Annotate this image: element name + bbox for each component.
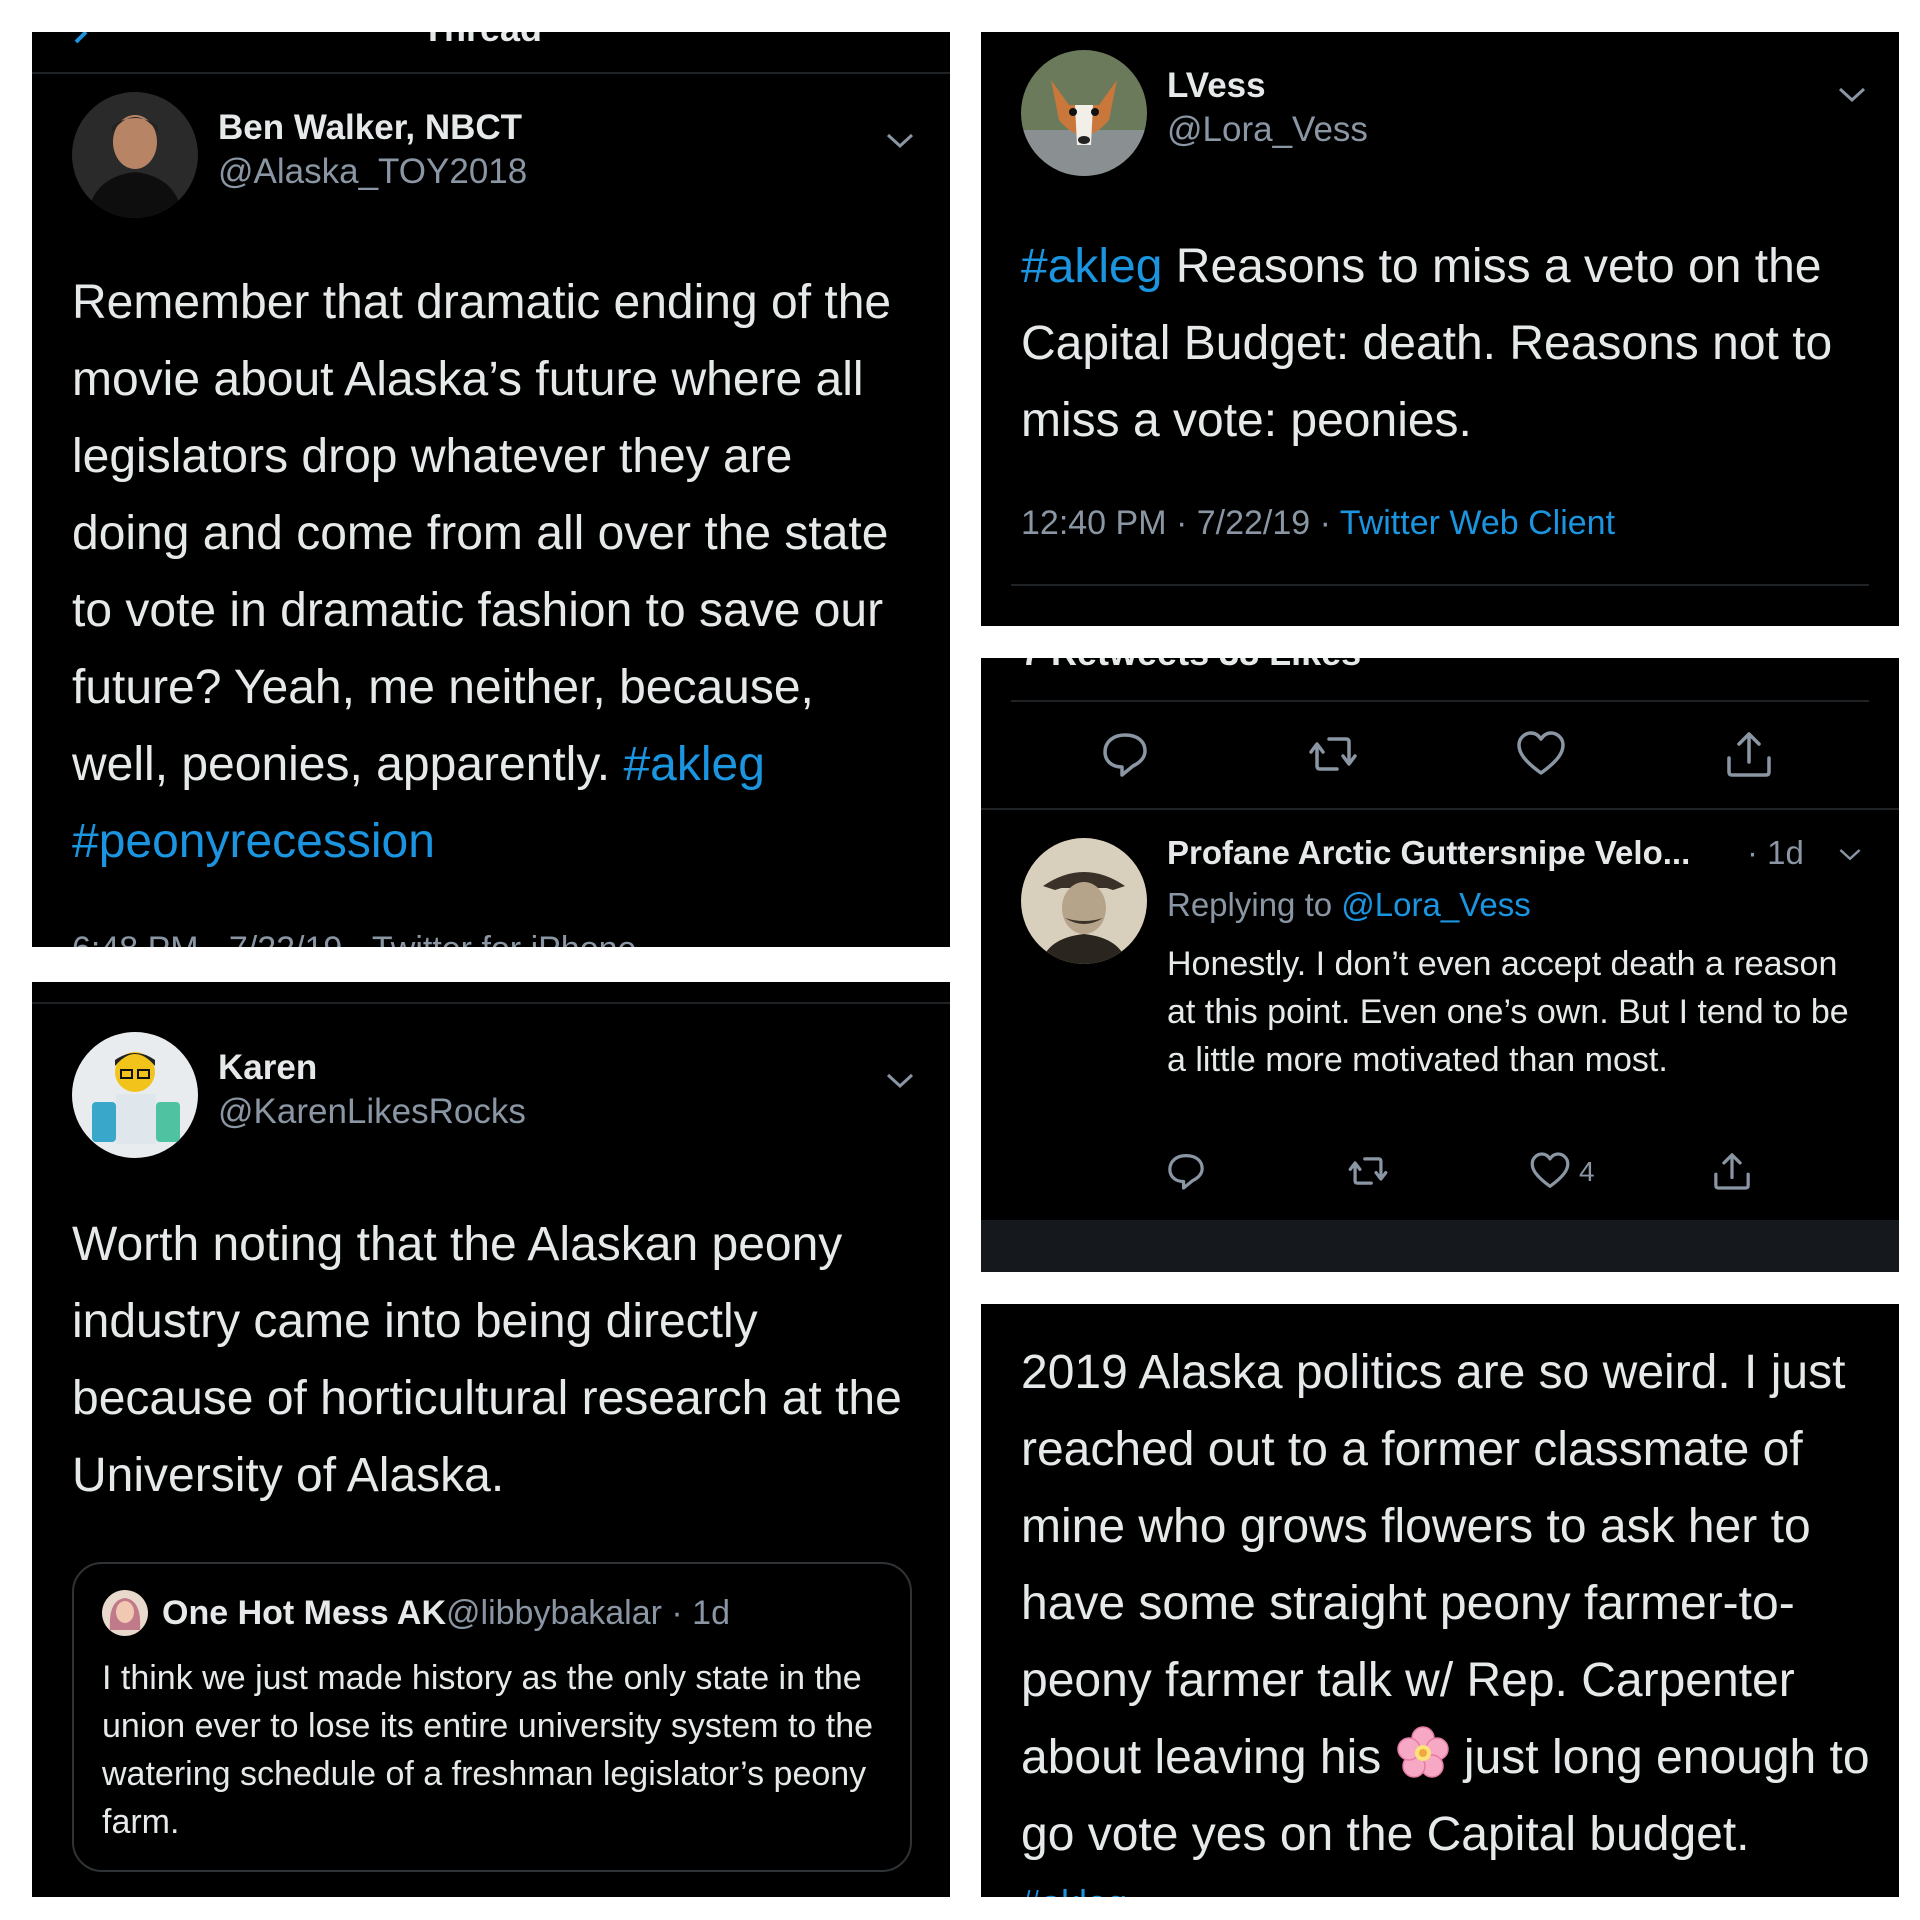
tweet-timestamp: 12:40 PM · 7/22/19 · (1021, 504, 1340, 542)
author-handle[interactable]: @Lora_Vess (1167, 110, 1368, 150)
chevron-down-icon[interactable] (885, 1070, 915, 1090)
tweet-body: Remember that dramatic ending of the mov… (72, 276, 892, 791)
chevron-down-icon[interactable] (1837, 846, 1863, 862)
tweet-text: Worth noting that the Alaskan peony indu… (72, 1218, 902, 1502)
quote-text: I think we just made history as the only… (102, 1659, 874, 1841)
reply-timestamp: · 1d (1747, 834, 1804, 871)
share-icon[interactable] (1711, 1150, 1753, 1192)
quoted-tweet[interactable]: One Hot Mess AK @libbybakalar · 1d I thi… (72, 1562, 912, 1872)
hashtag-link[interactable]: #akleg (1021, 240, 1162, 293)
tweet-text: Remember that dramatic ending of the mov… (72, 264, 912, 880)
reply-text: Honestly. I don’t even accept death a re… (1167, 945, 1849, 1079)
top-divider (32, 1002, 950, 1004)
hashtag-link[interactable]: #peonyrecession (72, 815, 435, 868)
quote-author-name[interactable]: One Hot Mess AK (162, 1594, 446, 1633)
retweet-icon[interactable] (1347, 1150, 1389, 1192)
tweet-text: 2019 Alaska politics are so weird. I jus… (1021, 1334, 1871, 1873)
tweet-text: #akleg Reasons to miss a veto on the Cap… (1021, 228, 1871, 459)
bottom-bar (981, 1220, 1899, 1272)
replying-to: Replying to @Lora_Vess (1167, 886, 1531, 924)
share-icon[interactable] (1723, 728, 1775, 780)
reply-icon[interactable] (1165, 1150, 1207, 1192)
thread-header-partial: Thread (422, 32, 542, 50)
replying-to-prefix: Replying to (1167, 886, 1342, 923)
tweet-panel-politics: 2019 Alaska politics are so weird. I jus… (981, 1304, 1899, 1897)
like-icon[interactable] (1515, 728, 1567, 780)
tweet-stats-partial: 7 Retweets 38 Likes (1021, 658, 1361, 674)
avatar[interactable] (1021, 50, 1147, 176)
author-handle[interactable]: @KarenLikesRocks (218, 1092, 526, 1132)
chevron-down-icon[interactable] (885, 130, 915, 150)
author-name[interactable]: LVess (1167, 66, 1266, 106)
tweet-panel-lvess: LVess @Lora_Vess #akleg Reasons to miss … (981, 32, 1899, 626)
back-icon[interactable] (72, 32, 92, 44)
tweet-panel-karen: Karen @KarenLikesRocks Worth noting that… (32, 982, 950, 1897)
quote-avatar[interactable] (102, 1590, 148, 1636)
avatar[interactable] (72, 1032, 198, 1158)
meta-divider (1011, 584, 1869, 586)
replying-to-handle[interactable]: @Lora_Vess (1341, 886, 1530, 923)
hashtag-link[interactable]: #akleg (623, 738, 764, 791)
author-handle[interactable]: @Alaska_TOY2018 (218, 152, 527, 192)
tweet-panel-ben-walker: Thread Ben Walker, NBCT @Alaska_TOY2018 … (32, 32, 950, 947)
author-name[interactable]: Karen (218, 1048, 317, 1088)
tweet-meta-partial: 6:48 PM · 7/22/19 · Twitter for iPhone (72, 930, 636, 947)
author-name[interactable]: Ben Walker, NBCT (218, 108, 522, 148)
avatar[interactable] (72, 92, 198, 218)
tweet-meta: 12:40 PM · 7/22/19 · Twitter Web Client (1021, 504, 1615, 543)
actions-divider (981, 808, 1899, 810)
header-divider (32, 72, 950, 74)
client-link[interactable]: Twitter Web Client (1340, 504, 1615, 542)
like-icon[interactable] (1529, 1150, 1571, 1192)
reply-icon[interactable] (1099, 728, 1151, 780)
retweet-icon[interactable] (1307, 728, 1359, 780)
avatar[interactable] (1021, 838, 1147, 964)
tweet-panel-reply: 7 Retweets 38 Likes Profane Arctic Gutte… (981, 658, 1899, 1272)
hashtag-partial[interactable]: #akleg (1021, 1882, 1127, 1897)
stats-divider (1011, 700, 1869, 702)
reply-author-name[interactable]: Profane Arctic Guttersnipe Velo... (1167, 834, 1690, 872)
cherry-blossom-emoji-icon (1396, 1726, 1449, 1778)
like-count: 4 (1579, 1156, 1595, 1187)
chevron-down-icon[interactable] (1837, 84, 1867, 104)
quote-author-handle[interactable]: @libbybakalar · 1d (446, 1594, 730, 1633)
tweet-body-start: 2019 Alaska politics are so weird. I jus… (1021, 1346, 1846, 1784)
